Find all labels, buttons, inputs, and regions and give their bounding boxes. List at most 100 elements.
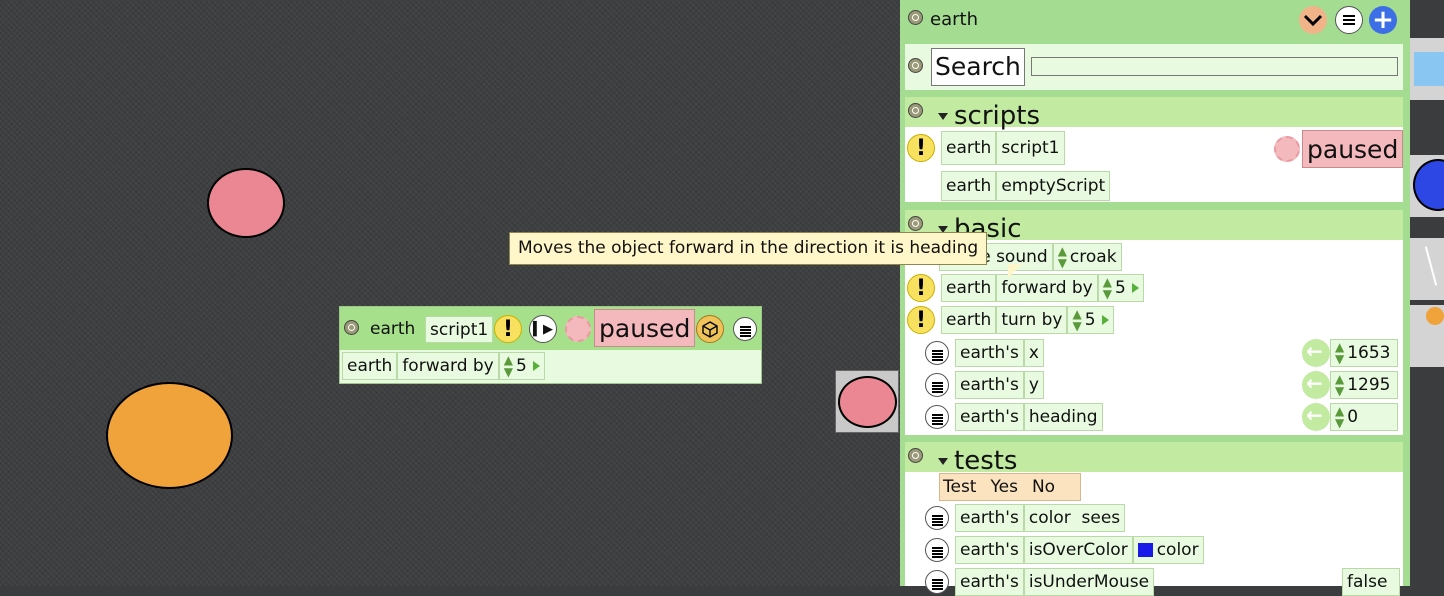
test-value-tile[interactable]: false [1342, 568, 1400, 596]
script-row-status[interactable]: paused [1302, 130, 1404, 168]
script-name-tile[interactable]: script1 [425, 316, 494, 343]
search-dot-icon[interactable] [908, 58, 923, 73]
color-arg-tile[interactable]: color [1132, 536, 1204, 564]
test-owner-tile[interactable]: earth's [955, 536, 1024, 564]
updown-arrows-icon[interactable]: ▲ ▼ [1072, 308, 1081, 332]
add-plus-icon[interactable]: + [1369, 6, 1397, 34]
test-name-tile[interactable]: isUnderMouse [1023, 568, 1155, 596]
turn-by-row[interactable]: ! earth turn by ▲ ▼ 5 [907, 306, 1114, 334]
variable-menu-button[interactable] [925, 405, 949, 429]
chevron-down-icon[interactable] [1299, 6, 1327, 34]
test-row-color-sees[interactable]: earth's color sees [925, 504, 1126, 532]
variable-row-y[interactable]: earth's y [925, 371, 1044, 399]
assign-arrow-icon[interactable] [1302, 339, 1330, 367]
step-button[interactable]: ▍▶ [529, 315, 557, 343]
assign-arrow-icon[interactable] [1302, 371, 1330, 399]
turn-label-tile[interactable]: turn by [996, 306, 1068, 334]
script-options-icon[interactable] [696, 315, 724, 343]
script-row-object[interactable]: earth [941, 171, 997, 201]
expand-arrow-icon[interactable] [1101, 315, 1109, 325]
updown-arrows-icon[interactable]: ▲ ▼ [1058, 245, 1067, 269]
test-name-tile[interactable]: isOverColor [1023, 536, 1133, 564]
script-row-name[interactable]: script1 [996, 131, 1065, 165]
variable-row-heading[interactable]: earth's heading [925, 403, 1103, 431]
updown-arrows-icon[interactable]: ▲ ▼ [504, 354, 513, 378]
updown-arrows-icon[interactable]: ▲ ▼ [1103, 276, 1112, 300]
run-turn-button[interactable]: ! [907, 306, 935, 334]
variable-value-x[interactable]: ▲▼ 1653 [1302, 339, 1398, 367]
command-object-tile[interactable]: earth [342, 352, 398, 380]
assign-arrow-icon[interactable] [1302, 403, 1330, 431]
variable-value-tile[interactable]: ▲ ▼ 0 [1330, 403, 1398, 431]
expand-arrow-icon[interactable] [1131, 283, 1139, 293]
variable-menu-button[interactable] [925, 373, 949, 397]
turn-object-tile[interactable]: earth [941, 306, 997, 334]
turn-value-tile[interactable]: ▲ ▼ 5 [1067, 306, 1114, 334]
variable-owner-tile[interactable]: earth's [955, 403, 1024, 431]
test-tile[interactable]: Test Yes No [939, 473, 1081, 501]
updown-arrows-icon[interactable]: ▲ ▼ [1335, 341, 1344, 365]
variable-value-heading[interactable]: ▲▼ 0 [1302, 403, 1398, 431]
updown-arrows-icon[interactable]: ▲ ▼ [1335, 373, 1344, 397]
test-menu-button[interactable] [925, 506, 949, 530]
variable-menu-button[interactable] [925, 341, 949, 365]
forward-by-row[interactable]: ! earth forward by ▲ ▼ 5 [907, 274, 1144, 302]
variable-name-tile[interactable]: y [1023, 371, 1044, 399]
blue-rectangle-object[interactable] [1410, 38, 1444, 100]
run-forward-button[interactable]: ! [907, 274, 935, 302]
variable-owner-tile[interactable]: earth's [955, 339, 1024, 367]
basic-dot-icon[interactable] [908, 216, 923, 231]
viewer-menu-button[interactable] [1335, 6, 1363, 34]
forward-value-tile[interactable]: ▲ ▼ 5 [1097, 274, 1144, 302]
run-script-button[interactable]: ! [907, 134, 935, 162]
variable-value-tile[interactable]: ▲ ▼ 1295 [1330, 371, 1398, 399]
collapse-dot-icon[interactable] [344, 320, 359, 335]
test-row-is-over-color[interactable]: earth's isOverColor color [925, 536, 1204, 564]
test-menu-button[interactable] [925, 570, 949, 594]
world-playfield[interactable] [0, 0, 900, 586]
variable-name-tile[interactable]: x [1023, 339, 1044, 367]
forward-label-tile[interactable]: forward by [996, 274, 1098, 302]
test-owner-tile[interactable]: earth's [955, 568, 1024, 596]
viewer-collapse-dot-icon[interactable] [908, 10, 923, 25]
pink-ellipse-sprite[interactable] [207, 168, 285, 238]
orange-ellipse-sprite[interactable] [106, 382, 233, 489]
updown-arrows-icon[interactable]: ▲ ▼ [1335, 405, 1344, 429]
search-input[interactable] [1031, 57, 1398, 76]
search-label: Search [931, 48, 1025, 86]
script-row[interactable]: earth emptyScript [941, 171, 1111, 201]
script-status-paused[interactable]: paused [594, 309, 696, 347]
command-value-tile[interactable]: ▲ ▼ 5 [498, 352, 545, 380]
variable-owner-tile[interactable]: earth's [955, 371, 1024, 399]
test-menu-button[interactable] [925, 538, 949, 562]
script-menu-button[interactable] [733, 317, 757, 341]
scripts-dot-icon[interactable] [908, 103, 923, 118]
script-row-object[interactable]: earth [941, 131, 997, 165]
color-swatch[interactable] [1137, 543, 1153, 557]
blue-circle-object[interactable] [1410, 155, 1444, 217]
variable-value-tile[interactable]: ▲ ▼ 1653 [1330, 339, 1398, 367]
expand-arrow-icon[interactable] [532, 361, 540, 371]
command-label-tile[interactable]: forward by [397, 352, 499, 380]
thumbnail-ellipse [838, 376, 897, 428]
variable-value-y[interactable]: ▲▼ 1295 [1302, 371, 1398, 399]
test-row-is-under-mouse[interactable]: earth's isUnderMouse [925, 568, 1155, 596]
tests-dot-icon[interactable] [908, 448, 923, 463]
variable-row-x[interactable]: earth's x [925, 339, 1044, 367]
script-row-name[interactable]: emptyScript [996, 171, 1111, 201]
script-clock-icon[interactable] [1274, 136, 1300, 162]
variable-name-tile[interactable]: heading [1023, 403, 1103, 431]
partial-object-thumbnail[interactable] [1410, 238, 1444, 300]
forward-object-tile[interactable]: earth [941, 274, 997, 302]
ticking-clock-icon[interactable] [565, 316, 591, 342]
script-command-row[interactable]: earth forward by ▲ ▼ 5 [342, 352, 545, 380]
test-owner-tile[interactable]: earth's [955, 504, 1024, 532]
script-object-label: earth [370, 319, 416, 339]
sound-choice-tile[interactable]: ▲ ▼ croak [1052, 243, 1122, 271]
run-once-button[interactable]: ! [494, 315, 522, 343]
object-thumbnail[interactable] [835, 370, 899, 433]
script-editor[interactable]: earth script1 ! ▍▶ paused earth forward … [339, 306, 762, 384]
test-name-tile[interactable]: color sees [1023, 504, 1126, 532]
orange-dot-object[interactable] [1410, 305, 1444, 367]
scripts-section-title[interactable]: scripts [938, 99, 1040, 133]
